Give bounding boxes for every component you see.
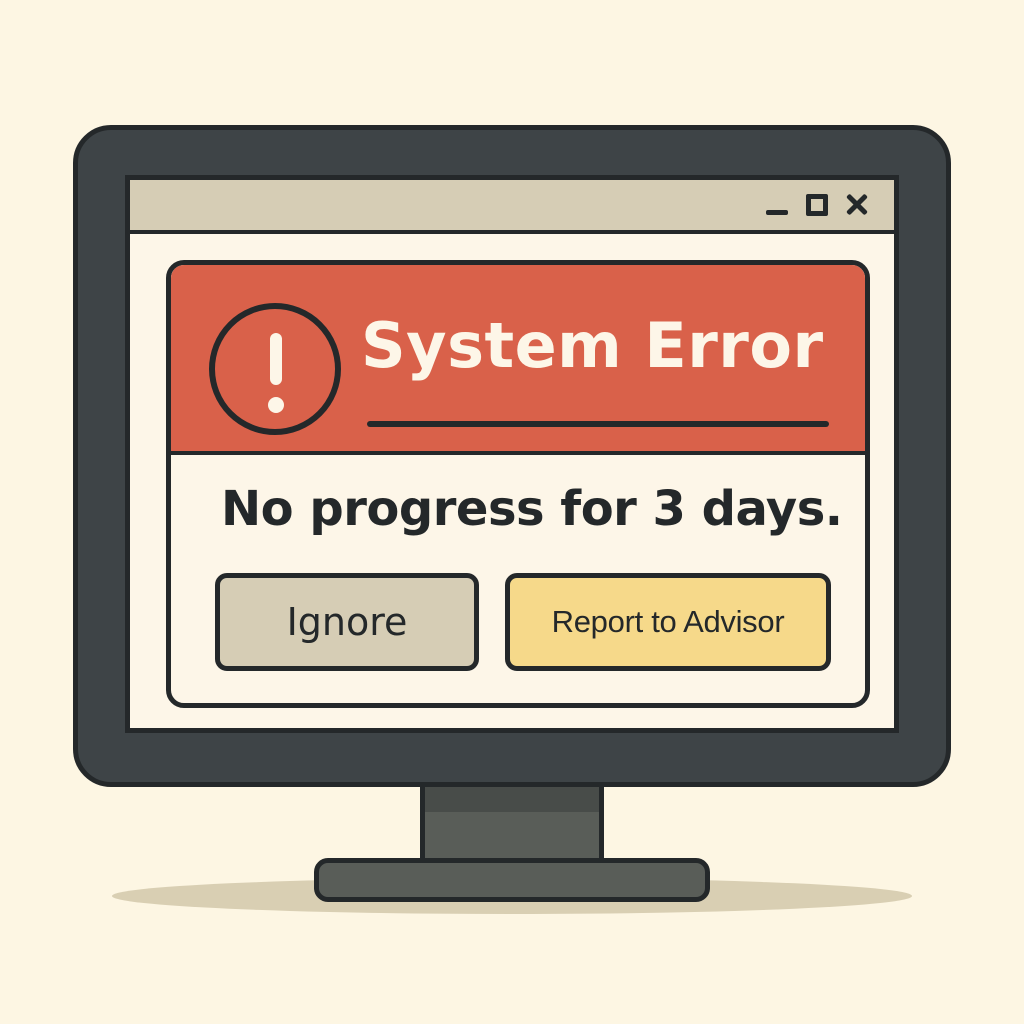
report-to-advisor-button[interactable]: Report to Advisor bbox=[505, 573, 831, 671]
error-dialog: System Error No progress for 3 days. Ign… bbox=[166, 260, 870, 708]
minimize-button[interactable] bbox=[764, 192, 790, 218]
window-controls bbox=[764, 192, 870, 218]
dialog-message: No progress for 3 days. bbox=[221, 481, 843, 537]
title-underline bbox=[367, 421, 829, 427]
minimize-icon bbox=[766, 210, 788, 215]
maximize-icon bbox=[806, 194, 828, 216]
close-button[interactable] bbox=[844, 192, 870, 218]
monitor-stand-neck bbox=[420, 782, 604, 868]
dialog-header: System Error bbox=[171, 265, 865, 455]
maximize-button[interactable] bbox=[804, 192, 830, 218]
window-titlebar[interactable] bbox=[130, 180, 894, 234]
dialog-title: System Error bbox=[361, 309, 824, 382]
exclamation-circle-icon bbox=[209, 303, 341, 435]
monitor: System Error No progress for 3 days. Ign… bbox=[73, 125, 951, 787]
monitor-stand-base bbox=[314, 858, 710, 902]
scene: System Error No progress for 3 days. Ign… bbox=[0, 0, 1024, 1024]
ignore-button[interactable]: Ignore bbox=[215, 573, 479, 671]
screen: System Error No progress for 3 days. Ign… bbox=[125, 175, 899, 733]
